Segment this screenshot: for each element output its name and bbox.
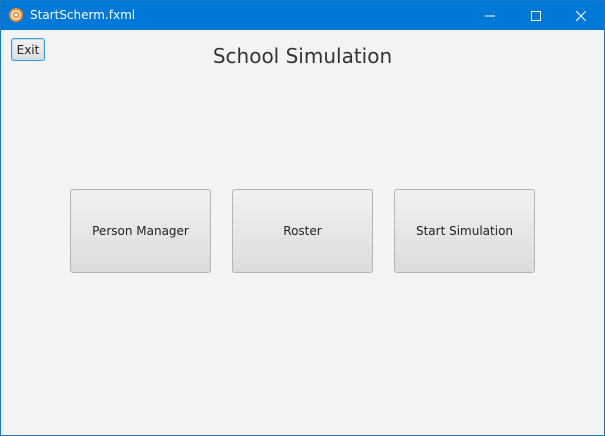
minimize-icon [485, 6, 495, 25]
minimize-button[interactable] [467, 1, 513, 30]
roster-button[interactable]: Roster [232, 189, 373, 273]
maximize-button[interactable] [513, 1, 559, 30]
close-icon [575, 6, 587, 25]
maximize-icon [531, 6, 541, 25]
application-window: StartScherm.fxml Exit School Simulation … [0, 0, 605, 436]
window-title: StartScherm.fxml [30, 8, 136, 22]
page-title: School Simulation [212, 44, 393, 68]
start-simulation-button[interactable]: Start Simulation [394, 189, 535, 273]
person-manager-button[interactable]: Person Manager [70, 189, 211, 273]
title-bar[interactable]: StartScherm.fxml [1, 1, 604, 30]
close-button[interactable] [558, 1, 604, 30]
java-fx-icon [8, 7, 24, 23]
content-area: Exit School Simulation Person Manager Ro… [1, 30, 604, 435]
